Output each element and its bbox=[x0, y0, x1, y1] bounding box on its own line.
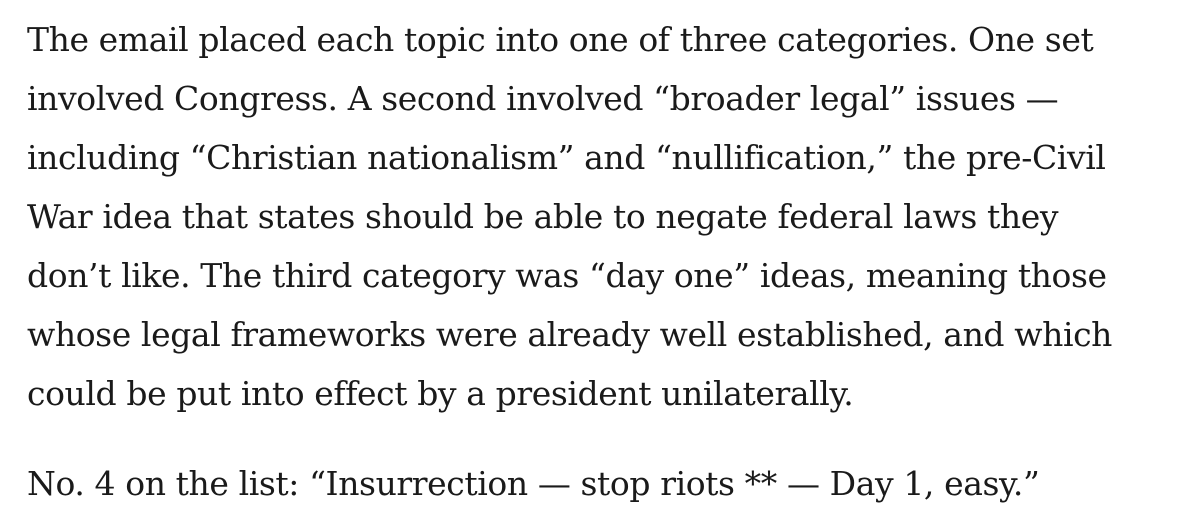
text-line: No. 4 on the list: “Insurrection — stop … bbox=[27, 464, 1040, 503]
text-line: The email placed each topic into one of … bbox=[27, 20, 1094, 59]
article-body: The email placed each topic into one of … bbox=[27, 0, 1187, 513]
text-line: whose legal frameworks were already well… bbox=[27, 315, 1113, 354]
text-line: don’t like. The third category was “day … bbox=[27, 256, 1107, 295]
text-line: could be put into effect by a president … bbox=[27, 374, 854, 413]
article-page: { "article": { "paragraphs": [ { "lines"… bbox=[0, 0, 1200, 514]
paragraph-categories: The email placed each topic into one of … bbox=[27, 0, 1187, 423]
paragraph-insurrection: No. 4 on the list: “Insurrection — stop … bbox=[27, 454, 1187, 513]
text-line: including “Christian nationalism” and “n… bbox=[27, 138, 1106, 177]
text-line: involved Congress. A second involved “br… bbox=[27, 79, 1059, 118]
text-line: War idea that states should be able to n… bbox=[27, 197, 1059, 236]
